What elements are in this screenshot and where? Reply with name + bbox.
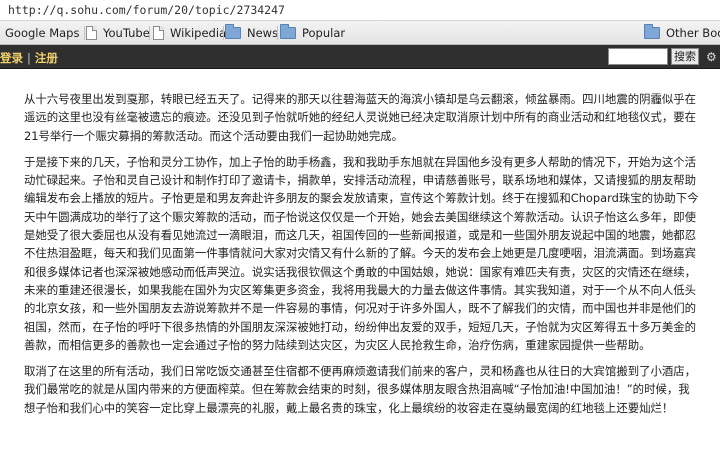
link-separator: | [27, 51, 31, 65]
login-link[interactable]: 登录 [0, 51, 23, 65]
bookmark-label: Google Maps [5, 26, 80, 40]
address-bar[interactable]: http://q.sohu.com/forum/20/topic/2734247 [0, 0, 720, 21]
bookmark-news[interactable]: News [225, 24, 279, 41]
bookmark-label: News [247, 26, 279, 40]
article-body: 从十六号夜里出发到戛那，转眼已经五天了。记得来的那天以往碧海蓝天的海滨小镇却是乌… [24, 90, 700, 425]
article-paragraph: 于是接下来的几天，子怡和灵分工协作，加上子怡的助手杨鑫，我和我助手东旭就在异国他… [24, 154, 699, 352]
page-icon [86, 26, 97, 40]
bookmark-other-bookmarks[interactable]: Other Bookmarks [644, 24, 720, 41]
bookmark-divider [277, 26, 278, 40]
folder-icon [280, 24, 296, 39]
bookmark-label: YouTube [103, 26, 150, 40]
article-paragraph: 从十六号夜里出发到戛那，转眼已经五天了。记得来的那天以往碧海蓝天的海滨小镇却是乌… [24, 92, 697, 143]
site-header: 登录 | 注册 搜索 ⚙ [0, 45, 720, 69]
folder-icon [225, 24, 241, 39]
bookmark-divider [149, 26, 150, 40]
search-input[interactable] [608, 48, 668, 65]
bookmark-label: Other Bookmarks [666, 26, 720, 40]
gear-icon[interactable]: ⚙ [706, 49, 720, 65]
bookmark-google-maps[interactable]: Google Maps [0, 25, 79, 41]
register-link[interactable]: 注册 [35, 51, 58, 65]
google-maps-icon [0, 26, 2, 40]
bookmark-popular[interactable]: Popular [280, 24, 346, 41]
page-icon [153, 26, 164, 40]
bookmark-youtube[interactable]: YouTube [86, 25, 150, 41]
bookmark-label: Popular [302, 26, 346, 40]
bookmark-label: Wikipedia [170, 26, 227, 40]
user-links: 登录 | 注册 [0, 50, 58, 66]
bookmarks-bar: Google Maps YouTube Wikipedia News Popul… [0, 21, 720, 45]
bookmark-divider [84, 26, 85, 40]
article-paragraph: 取消了在这里的所有活动，我们日常吃饭交通甚至住宿都不便再麻烦邀请我们前来的客户，… [24, 364, 697, 415]
folder-icon [644, 24, 660, 39]
search-button[interactable]: 搜索 [671, 48, 699, 65]
bookmark-divider [223, 26, 224, 40]
url-text[interactable]: http://q.sohu.com/forum/20/topic/2734247 [8, 3, 285, 17]
bookmark-wikipedia[interactable]: Wikipedia [153, 25, 226, 41]
